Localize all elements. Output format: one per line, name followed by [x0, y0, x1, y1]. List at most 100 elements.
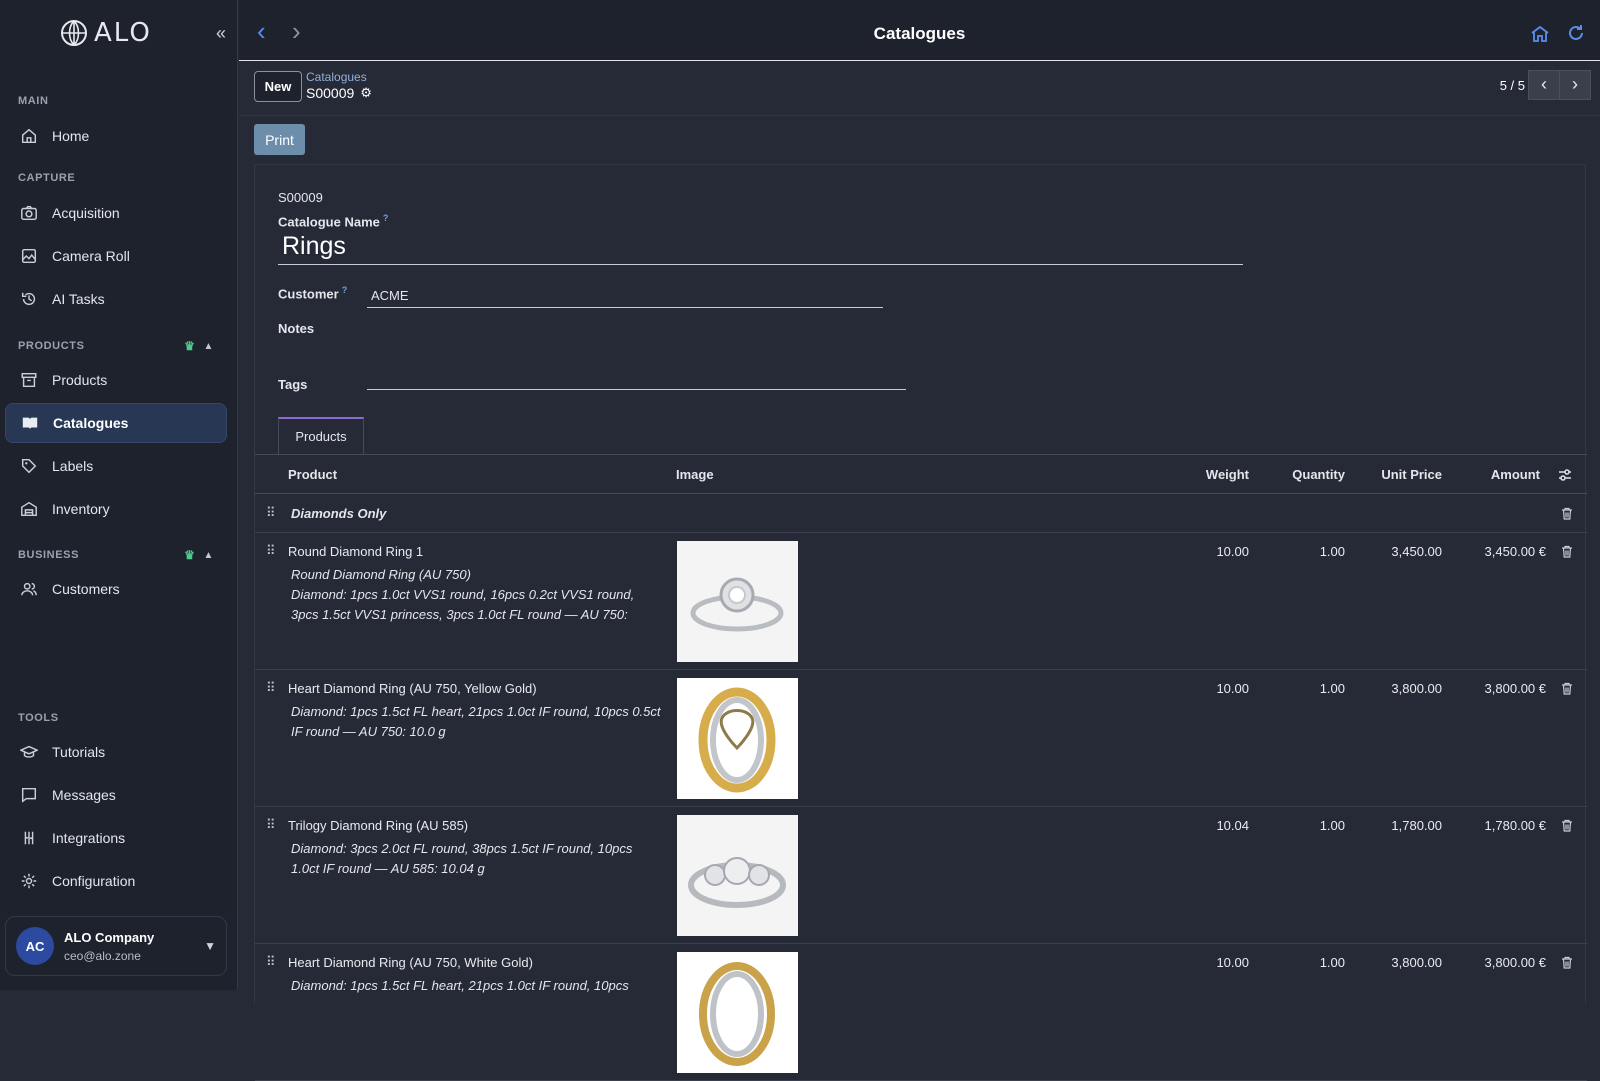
- sidebar-item-products[interactable]: Products: [5, 360, 227, 400]
- cell-quantity[interactable]: 1.00: [1320, 544, 1345, 559]
- page-title: Catalogues: [873, 24, 966, 43]
- sidebar-item-label: Labels: [52, 458, 94, 474]
- table-row[interactable]: ⠿ Trilogy Diamond Ring (AU 585) Diamond:…: [255, 807, 1587, 944]
- refresh-icon[interactable]: [1566, 23, 1586, 43]
- sidebar-item-integrations[interactable]: Integrations: [5, 818, 227, 858]
- tags-field[interactable]: [367, 365, 906, 390]
- column-header-unit-price[interactable]: Unit Price: [1381, 467, 1442, 482]
- graduation-cap-icon: [20, 745, 38, 758]
- sidebar-item-ai-tasks[interactable]: AI Tasks: [5, 279, 227, 319]
- brand-name: ALO: [94, 18, 152, 48]
- table-row[interactable]: ⠿ Round Diamond Ring 1 Round Diamond Rin…: [255, 533, 1587, 670]
- tab-products[interactable]: Products: [278, 417, 364, 455]
- breadcrumb-record: S00009 ⚙: [306, 85, 372, 101]
- sidebar-item-acquisition[interactable]: Acquisition: [5, 193, 227, 233]
- pager-value[interactable]: 5 / 5: [1500, 78, 1525, 93]
- cell-quantity[interactable]: 1.00: [1320, 818, 1345, 833]
- drag-handle-icon[interactable]: ⠿: [266, 543, 275, 559]
- table-row[interactable]: ⠿ Heart Diamond Ring (AU 750, White Gold…: [255, 944, 1587, 1081]
- sidebar-item-tutorials[interactable]: Tutorials: [5, 732, 227, 772]
- help-tooltip-icon[interactable]: ?: [342, 285, 348, 295]
- sidebar-item-messages[interactable]: Messages: [5, 775, 227, 815]
- sidebar-item-home[interactable]: Home: [5, 116, 227, 156]
- section-row[interactable]: ⠿ Diamonds Only: [255, 494, 1587, 533]
- breadcrumb-catalogues-link[interactable]: Catalogues: [306, 70, 367, 84]
- chevron-left-icon: ‹: [1541, 74, 1547, 94]
- sidebar: ALO « MAIN Home CAPTURE Acquisition Came…: [0, 0, 238, 990]
- column-header-weight[interactable]: Weight: [1206, 467, 1249, 482]
- notes-label: Notes: [278, 321, 315, 336]
- record-name: S00009: [306, 85, 355, 101]
- brand-logo[interactable]: ALO: [60, 18, 152, 48]
- pager-next-button[interactable]: ›: [1559, 70, 1591, 100]
- cell-unit-price[interactable]: 3,450.00: [1391, 544, 1442, 559]
- column-header-amount[interactable]: Amount: [1491, 467, 1540, 482]
- catalogue-name-input[interactable]: Rings: [278, 232, 1243, 265]
- section-products: PRODUCTS ♛ ▲: [18, 339, 214, 353]
- trash-icon[interactable]: [1561, 507, 1573, 520]
- section-tools-label: TOOLS: [18, 712, 59, 724]
- print-button[interactable]: Print: [254, 124, 305, 155]
- section-capture: CAPTURE: [18, 172, 214, 184]
- cell-quantity[interactable]: 1.00: [1320, 681, 1345, 696]
- drag-handle-icon[interactable]: ⠿: [266, 817, 275, 833]
- trash-icon[interactable]: [1561, 682, 1573, 695]
- product-description: Diamond: 3pcs 2.0ct FL round, 38pcs 1.5c…: [291, 841, 633, 876]
- help-tooltip-icon[interactable]: ?: [383, 213, 389, 223]
- cell-unit-price[interactable]: 1,780.00: [1391, 818, 1442, 833]
- drag-handle-icon[interactable]: ⠿: [266, 954, 275, 970]
- table-row[interactable]: ⠿ Heart Diamond Ring (AU 750, Yellow Gol…: [255, 670, 1587, 807]
- customer-field[interactable]: ACME: [367, 283, 883, 308]
- column-header-image[interactable]: Image: [676, 467, 714, 482]
- cell-unit-price[interactable]: 3,800.00: [1391, 681, 1442, 696]
- control-panel: New Catalogues S00009 ⚙ 5 / 5 ‹ ›: [239, 61, 1600, 116]
- trash-icon[interactable]: [1561, 956, 1573, 969]
- product-image[interactable]: [677, 678, 798, 799]
- cell-amount: 3,450.00 €: [1484, 544, 1546, 559]
- cell-quantity[interactable]: 1.00: [1320, 955, 1345, 970]
- chevron-down-icon[interactable]: ▼: [204, 939, 216, 953]
- chevron-up-icon[interactable]: ▲: [204, 341, 215, 352]
- user-menu[interactable]: AC ALO Company ceo@alo.zone ▼: [5, 916, 227, 976]
- cell-weight[interactable]: 10.00: [1216, 955, 1249, 970]
- ring-image: [677, 541, 798, 662]
- ring-image: [677, 678, 798, 799]
- history-icon: [21, 292, 36, 306]
- chevron-up-icon[interactable]: ▲: [204, 550, 215, 561]
- cell-weight[interactable]: 10.00: [1216, 544, 1249, 559]
- product-image[interactable]: [677, 541, 798, 662]
- sidebar-item-label: Configuration: [52, 873, 136, 889]
- form-sheet: S00009 Catalogue Name? Rings Customer? A…: [254, 164, 1587, 1081]
- gear-icon[interactable]: ⚙: [360, 85, 372, 101]
- customer-label: Customer?: [278, 285, 347, 301]
- cell-weight[interactable]: 10.00: [1216, 681, 1249, 696]
- product-image[interactable]: [677, 952, 798, 1073]
- sidebar-item-label: Messages: [52, 787, 116, 803]
- product-image[interactable]: [677, 815, 798, 936]
- trash-icon[interactable]: [1561, 545, 1573, 558]
- column-settings-icon[interactable]: [1557, 467, 1573, 483]
- sidebar-item-camera-roll[interactable]: Camera Roll: [5, 236, 227, 276]
- pager-previous-button[interactable]: ‹: [1528, 70, 1560, 100]
- user-name: ALO Company: [64, 929, 155, 945]
- user-email: ceo@alo.zone: [64, 948, 141, 963]
- trash-icon[interactable]: [1561, 819, 1573, 832]
- drag-handle-icon[interactable]: ⠿: [266, 680, 275, 696]
- sidebar-item-labels[interactable]: Labels: [5, 446, 227, 486]
- sidebar-item-customers[interactable]: Customers: [5, 569, 227, 609]
- collapse-sidebar-icon[interactable]: «: [210, 22, 232, 44]
- new-button[interactable]: New: [254, 71, 302, 102]
- cell-unit-price[interactable]: 3,800.00: [1391, 955, 1442, 970]
- column-header-product[interactable]: Product: [288, 467, 337, 482]
- sidebar-item-configuration[interactable]: Configuration: [5, 861, 227, 901]
- plug-icon: [24, 831, 34, 845]
- home-icon[interactable]: [1530, 24, 1550, 44]
- cell-weight[interactable]: 10.04: [1216, 818, 1249, 833]
- cell-amount: 3,800.00 €: [1484, 681, 1546, 696]
- drag-handle-icon[interactable]: ⠿: [266, 505, 275, 521]
- sidebar-item-catalogues[interactable]: Catalogues: [5, 403, 227, 443]
- section-title: Diamonds Only: [291, 506, 387, 521]
- column-header-quantity[interactable]: Quantity: [1292, 467, 1345, 482]
- sidebar-item-label: Catalogues: [53, 415, 129, 431]
- sidebar-item-inventory[interactable]: Inventory: [5, 489, 227, 529]
